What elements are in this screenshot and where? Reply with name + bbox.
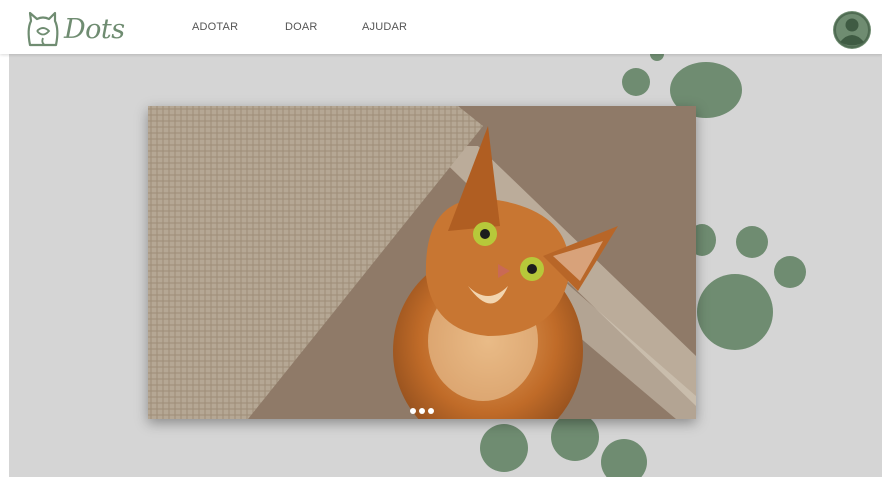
nav-link-ajudar[interactable]: AJUDAR <box>362 21 407 33</box>
nav-link-doar[interactable]: DOAR <box>285 21 318 33</box>
paw-toe-icon <box>774 256 806 288</box>
user-avatar-icon <box>834 12 870 48</box>
paw-toe-icon <box>480 424 528 472</box>
carousel-dot[interactable] <box>410 408 416 414</box>
paw-toe-icon <box>650 54 664 61</box>
carousel-dot[interactable] <box>419 408 425 414</box>
nav-link-adotar[interactable]: ADOTAR <box>192 21 238 33</box>
carousel-dot[interactable] <box>428 408 434 414</box>
paw-toe-icon <box>551 413 599 461</box>
paw-toe-icon <box>622 68 650 96</box>
paw-pad-icon <box>697 274 773 350</box>
image-carousel[interactable] <box>148 106 696 419</box>
paw-toe-icon <box>601 439 647 477</box>
top-navbar: Dots ADOTAR DOAR AJUDAR <box>0 0 882 54</box>
cat-logo-icon <box>27 11 59 47</box>
cat-photo <box>148 106 696 419</box>
paw-toe-icon <box>736 226 768 258</box>
carousel-pagination <box>148 408 696 414</box>
brand-name: Dots <box>64 13 125 45</box>
user-avatar-button[interactable] <box>833 11 871 49</box>
brand-logo[interactable]: Dots <box>24 11 125 47</box>
